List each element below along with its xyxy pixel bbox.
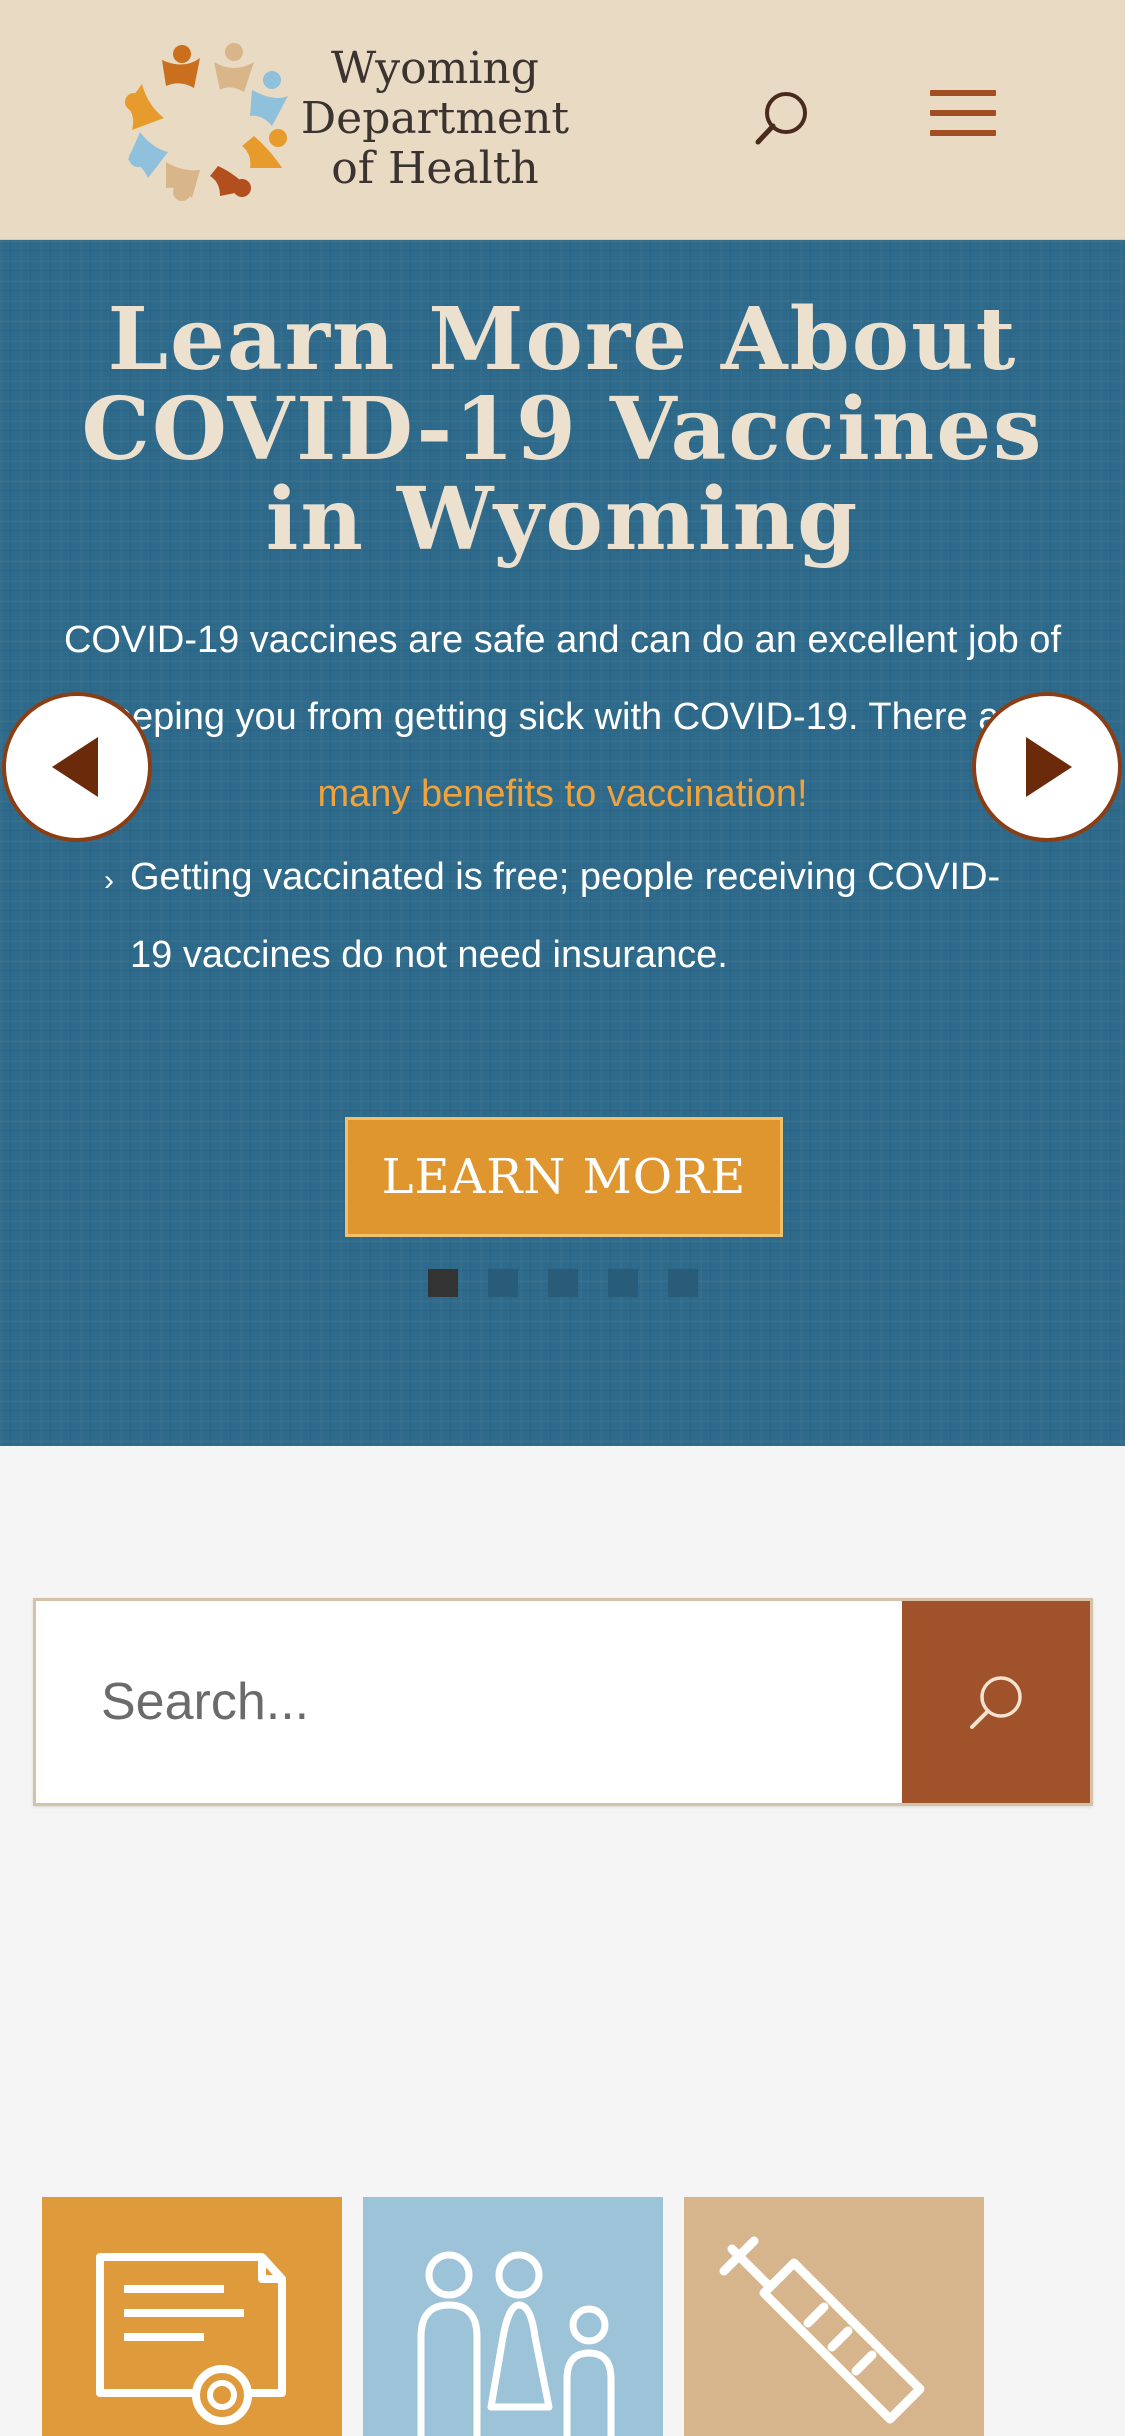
vaccination-benefits-link[interactable]: many benefits to vaccination!	[317, 773, 807, 815]
hero-body-text: COVID-19 vaccines are safe and can do an…	[60, 602, 1065, 833]
search-icon	[755, 92, 807, 145]
menu-button[interactable]	[930, 90, 996, 142]
site-search-form	[33, 1598, 1093, 1806]
slide-dot-1[interactable]	[428, 1269, 458, 1297]
org-name-line-2: Department	[300, 93, 570, 144]
slide-dot-5[interactable]	[668, 1269, 698, 1297]
vaccine-tile[interactable]	[684, 2197, 984, 2436]
header-search-button[interactable]	[752, 88, 812, 148]
site-header: Wyoming Department of Health	[0, 0, 1125, 240]
learn-more-button[interactable]: LEARN MORE	[345, 1117, 783, 1237]
hero-bullet-item: › Getting vaccinated is free; people rec…	[104, 838, 1004, 994]
hero-bullet-text: Getting vaccinated is free; people recei…	[130, 856, 1001, 976]
slider-next-button[interactable]	[972, 692, 1122, 842]
slide-dot-3[interactable]	[548, 1269, 578, 1297]
org-name[interactable]: Wyoming Department of Health	[300, 44, 570, 194]
wdh-logo-icon[interactable]	[122, 40, 292, 205]
chevron-right-icon: ›	[104, 864, 114, 897]
family-tile[interactable]	[363, 2197, 663, 2436]
hero-body-text-main: COVID-19 vaccines are safe and can do an…	[63, 619, 1062, 738]
search-submit-button[interactable]	[902, 1601, 1090, 1803]
search-input[interactable]	[36, 1601, 902, 1803]
hero-title: Learn More About COVID-19 Vaccines in Wy…	[81, 289, 1044, 570]
slide-dot-4[interactable]	[608, 1269, 638, 1297]
hamburger-menu-icon	[930, 90, 996, 136]
syringe-icon	[684, 2197, 984, 2436]
certificate-icon	[42, 2197, 342, 2436]
hero-slider: Learn More About COVID-19 Vaccines in Wy…	[0, 240, 1125, 1446]
slide-dot-2[interactable]	[488, 1269, 518, 1297]
certificate-tile[interactable]	[42, 2197, 342, 2436]
slider-prev-button[interactable]	[2, 692, 152, 842]
triangle-right-icon	[1026, 737, 1072, 797]
org-name-line-1: Wyoming	[331, 43, 539, 94]
search-icon	[970, 1676, 1022, 1729]
org-name-line-3: of Health	[331, 143, 539, 194]
family-icon	[363, 2197, 663, 2436]
triangle-left-icon	[52, 737, 98, 797]
